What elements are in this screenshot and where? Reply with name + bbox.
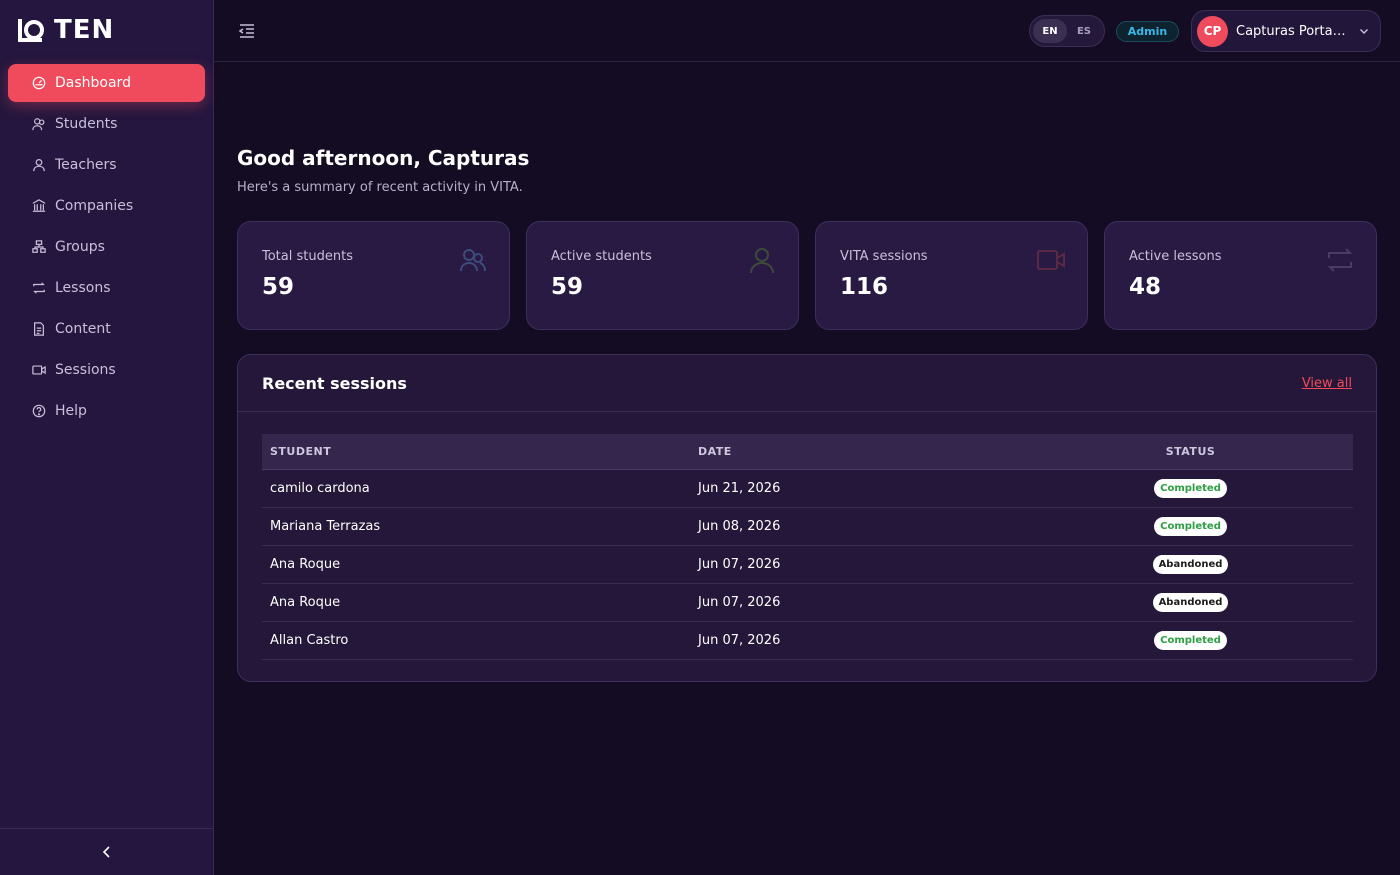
column-header-status[interactable]: STATUS bbox=[1028, 434, 1353, 470]
sidebar-item-groups[interactable]: Groups bbox=[8, 228, 205, 266]
sidebar-item-label: Teachers bbox=[55, 157, 117, 173]
date-cell: Jun 07, 2026 bbox=[698, 583, 1028, 622]
sidebar: TEN Dashboard Students Teachers Companie… bbox=[0, 0, 214, 875]
stat-card-active-lessons: Active lessons 48 bbox=[1104, 221, 1377, 330]
dashboard-icon bbox=[32, 76, 46, 90]
status-badge: Abandoned bbox=[1152, 592, 1229, 612]
table-row[interactable]: Ana Roque Jun 07, 2026 Abandoned bbox=[262, 545, 1353, 584]
sessions-table: STUDENT DATE STATUS camilo cardona Jun 2… bbox=[262, 434, 1353, 660]
status-cell: Abandoned bbox=[1028, 583, 1353, 622]
status-badge: Abandoned bbox=[1152, 554, 1229, 574]
collapse-sidebar-button[interactable] bbox=[0, 828, 213, 875]
page-title: Good afternoon, Capturas bbox=[237, 146, 530, 170]
stat-label: VITA sessions bbox=[840, 249, 928, 264]
stat-label: Total students bbox=[262, 249, 353, 264]
sidebar-item-students[interactable]: Students bbox=[8, 105, 205, 143]
video-icon bbox=[32, 363, 46, 377]
stat-value: 116 bbox=[840, 274, 889, 300]
language-option-es[interactable]: ES bbox=[1067, 19, 1101, 43]
stat-label: Active students bbox=[551, 249, 652, 264]
teacher-icon bbox=[32, 158, 46, 172]
user-icon bbox=[750, 248, 774, 274]
sidebar-item-sessions[interactable]: Sessions bbox=[8, 351, 205, 389]
recent-sessions-panel: Recent sessions View all STUDENT DATE ST… bbox=[237, 354, 1377, 682]
user-name: Capturas Portaf… bbox=[1236, 23, 1350, 39]
video-icon bbox=[1037, 250, 1065, 270]
students-icon bbox=[32, 117, 46, 131]
stat-label: Active lessons bbox=[1129, 249, 1222, 264]
stat-card-vita-sessions: VITA sessions 116 bbox=[815, 221, 1088, 330]
logo-mark-icon bbox=[18, 19, 44, 42]
table-row[interactable]: Mariana Terrazas Jun 08, 2026 Completed bbox=[262, 507, 1353, 546]
status-cell: Completed bbox=[1028, 621, 1353, 660]
sidebar-item-help[interactable]: Help bbox=[8, 392, 205, 430]
sidebar-item-teachers[interactable]: Teachers bbox=[8, 146, 205, 184]
stat-value: 59 bbox=[262, 274, 295, 300]
table-row[interactable]: camilo cardona Jun 21, 2026 Completed bbox=[262, 469, 1353, 508]
language-option-en[interactable]: EN bbox=[1033, 19, 1067, 43]
status-cell: Abandoned bbox=[1028, 545, 1353, 584]
sidebar-item-content[interactable]: Content bbox=[8, 310, 205, 348]
brand-name: TEN bbox=[54, 15, 115, 45]
date-cell: Jun 08, 2026 bbox=[698, 507, 1028, 546]
table-row[interactable]: Allan Castro Jun 07, 2026 Completed bbox=[262, 621, 1353, 660]
menu-collapse-icon bbox=[238, 24, 254, 38]
status-cell: Completed bbox=[1028, 469, 1353, 508]
top-bar: EN ES Admin CP Capturas Portaf… bbox=[214, 0, 1400, 62]
panel-title: Recent sessions bbox=[262, 373, 407, 393]
view-all-link[interactable]: View all bbox=[1302, 376, 1352, 391]
stat-card-active-students: Active students 59 bbox=[526, 221, 799, 330]
sidebar-item-label: Groups bbox=[55, 239, 105, 255]
status-badge: Completed bbox=[1154, 516, 1227, 536]
avatar: CP bbox=[1197, 15, 1228, 47]
student-cell: Allan Castro bbox=[262, 621, 698, 660]
student-cell: camilo cardona bbox=[262, 469, 698, 508]
students-icon bbox=[460, 249, 486, 272]
student-cell: Mariana Terrazas bbox=[262, 507, 698, 546]
sidebar-item-lessons[interactable]: Lessons bbox=[8, 269, 205, 307]
stat-value: 59 bbox=[551, 274, 584, 300]
sidebar-item-label: Content bbox=[55, 321, 111, 337]
sidebar-item-label: Dashboard bbox=[55, 75, 131, 91]
column-header-date[interactable]: DATE bbox=[698, 434, 1028, 470]
help-icon bbox=[32, 404, 46, 418]
menu-toggle-button[interactable] bbox=[238, 22, 256, 40]
table-row[interactable]: Ana Roque Jun 07, 2026 Abandoned bbox=[262, 583, 1353, 622]
building-icon bbox=[32, 199, 46, 213]
sidebar-item-label: Students bbox=[55, 116, 118, 132]
user-menu-button[interactable]: CP Capturas Portaf… bbox=[1191, 10, 1381, 52]
sidebar-item-companies[interactable]: Companies bbox=[8, 187, 205, 225]
page-subtitle: Here's a summary of recent activity in V… bbox=[237, 180, 523, 195]
status-cell: Completed bbox=[1028, 507, 1353, 546]
repeat-icon bbox=[1327, 248, 1353, 272]
groups-icon bbox=[32, 240, 46, 254]
sidebar-nav: Dashboard Students Teachers Companies Gr… bbox=[8, 64, 205, 433]
date-cell: Jun 07, 2026 bbox=[698, 621, 1028, 660]
table-header-row: STUDENT DATE STATUS bbox=[262, 434, 1353, 470]
language-switcher: EN ES bbox=[1029, 15, 1105, 47]
date-cell: Jun 21, 2026 bbox=[698, 469, 1028, 508]
chevron-left-icon bbox=[102, 846, 110, 858]
app-logo[interactable]: TEN bbox=[16, 14, 114, 46]
sidebar-item-label: Sessions bbox=[55, 362, 116, 378]
student-cell: Ana Roque bbox=[262, 583, 698, 622]
stat-card-total-students: Total students 59 bbox=[237, 221, 510, 330]
status-badge: Completed bbox=[1154, 478, 1227, 498]
role-badge: Admin bbox=[1116, 21, 1179, 42]
stat-value: 48 bbox=[1129, 274, 1162, 300]
sidebar-item-label: Lessons bbox=[55, 280, 111, 296]
document-icon bbox=[32, 322, 46, 336]
date-cell: Jun 07, 2026 bbox=[698, 545, 1028, 584]
chevron-down-icon bbox=[1359, 26, 1369, 36]
repeat-icon bbox=[32, 281, 46, 295]
sidebar-item-label: Companies bbox=[55, 198, 134, 214]
panel-header: Recent sessions View all bbox=[238, 355, 1376, 412]
student-cell: Ana Roque bbox=[262, 545, 698, 584]
sidebar-item-dashboard[interactable]: Dashboard bbox=[8, 64, 205, 102]
sidebar-item-label: Help bbox=[55, 403, 87, 419]
column-header-student[interactable]: STUDENT bbox=[262, 434, 698, 470]
status-badge: Completed bbox=[1154, 630, 1227, 650]
